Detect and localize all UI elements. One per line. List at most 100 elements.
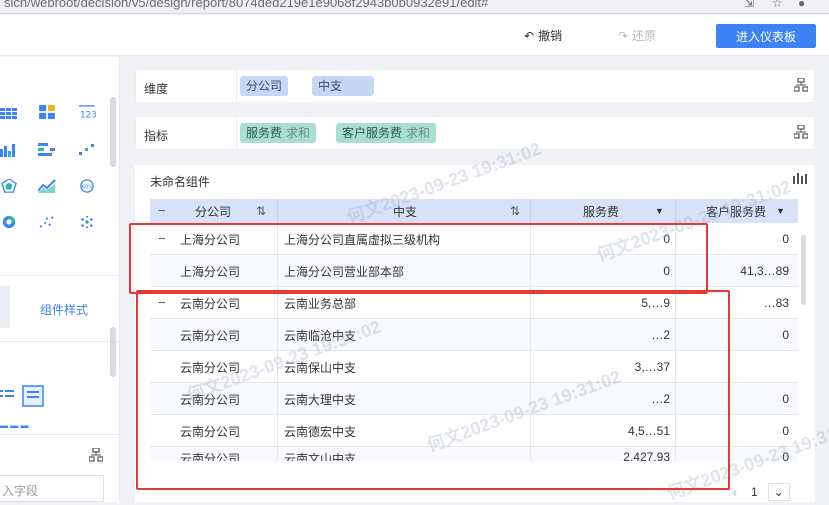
widget-title: 未命名组件	[150, 175, 211, 189]
page-number[interactable]: 1	[751, 485, 758, 499]
col-divider	[675, 447, 676, 461]
header-customer-fee[interactable]: 客户服务费	[706, 199, 776, 223]
grid-table-icon[interactable]	[0, 107, 18, 121]
card-style-icon[interactable]	[22, 385, 44, 407]
line-area-icon[interactable]	[38, 179, 56, 193]
cell-customer-fee: 0	[782, 328, 789, 342]
design-canvas: 维度 分公司 中支 指标 服务费求和 客户服务费求和 未命名组件 − 分公司	[121, 57, 829, 503]
dimension-pill-branch[interactable]: 分公司	[240, 76, 289, 96]
cell-customer-fee	[677, 351, 789, 383]
shelf-divider	[236, 117, 237, 149]
table-row[interactable]: 云南分公司 云南大理中支 …2 0	[150, 383, 798, 415]
cell-customer-fee: 41,3…89	[740, 264, 789, 278]
col-divider	[277, 199, 278, 223]
field-search-input[interactable]: 入字段	[0, 475, 104, 502]
col-divider	[530, 223, 531, 255]
measure-pill-customer-fee-agg: 求和	[406, 126, 431, 140]
table-row[interactable]: − 上海分公司 上海分公司直属虚拟三级机构 0 0	[150, 223, 798, 255]
cell-fee: 5,…9	[641, 296, 670, 310]
col-divider	[530, 287, 531, 319]
browser-url-bar[interactable]: sich/webroot/decision/v5/design/report/8…	[0, 0, 829, 14]
collapse-icon[interactable]: −	[158, 295, 166, 310]
cross-table-icon[interactable]	[38, 105, 56, 119]
cell-fee: 4,5…51	[627, 424, 670, 438]
dimension-pill-sub[interactable]: 中支	[312, 76, 374, 96]
table-row[interactable]: 上海分公司 上海分公司营业部本部 0 41,3…89	[150, 255, 798, 287]
col-divider	[277, 319, 278, 351]
header-branch[interactable]: 分公司	[195, 199, 265, 223]
dropdown-arrow-icon[interactable]: ▼	[655, 199, 667, 223]
table-scrollbar[interactable]	[801, 235, 806, 305]
collapse-icon[interactable]: −	[158, 231, 166, 246]
data-model-icon[interactable]	[89, 448, 103, 462]
cell-customer-fee: 0	[782, 392, 789, 406]
table-row[interactable]: − 云南分公司 云南业务总部 5,…9 …83	[150, 287, 798, 319]
chart-panel-scrollbar[interactable]	[110, 97, 116, 167]
cell-customer-fee: …83	[763, 296, 789, 310]
cell-branch: 上海分公司	[180, 232, 241, 247]
shelf-hierarchy-icon[interactable]	[794, 125, 808, 139]
header-sub[interactable]: 中支	[393, 199, 453, 223]
shelf-hierarchy-icon[interactable]	[794, 78, 808, 92]
star-icon[interactable]: ☆	[772, 0, 783, 10]
col-divider	[277, 415, 278, 447]
cell-sub: 云南德宏中支	[284, 424, 357, 439]
svg-text:123: 123	[80, 110, 96, 119]
col-divider	[675, 351, 676, 383]
cell-fee: 0	[663, 264, 670, 278]
collapse-all-icon[interactable]: −	[158, 203, 166, 218]
dimension-shelf[interactable]: 维度 分公司 中支	[135, 69, 815, 103]
cell-branch: 云南分公司	[180, 452, 241, 461]
table-header-row: − 分公司 ⇅ 中支 ⇅ 服务费 ▼ 客户服务费 ▼	[150, 199, 798, 223]
profile-icon[interactable]: ●	[798, 0, 805, 10]
page-dropdown-icon[interactable]: ⌄	[767, 483, 790, 501]
dropdown-arrow-icon[interactable]: ▼	[776, 199, 788, 223]
number-123-icon[interactable]: 123	[78, 105, 96, 119]
grouped-bar-icon[interactable]	[38, 143, 56, 157]
panel-tab-marker	[0, 286, 10, 328]
url-text[interactable]: sich/webroot/decision/v5/design/report/8…	[4, 0, 488, 10]
prev-page-icon[interactable]: ‹	[733, 485, 737, 499]
col-divider	[675, 383, 676, 415]
cell-fee: …2	[651, 328, 670, 342]
bar-chart-icon[interactable]	[0, 143, 18, 157]
point-scatter-icon[interactable]	[38, 215, 56, 229]
shelf-divider	[236, 70, 237, 102]
gauge-60-icon[interactable]: 60%	[78, 179, 96, 193]
enter-dashboard-button[interactable]: 进入仪表板	[716, 24, 816, 48]
dot-cluster-icon[interactable]	[78, 215, 96, 229]
sort-icon[interactable]: ⇅	[510, 199, 524, 223]
cell-sub: 云南临沧中支	[284, 328, 357, 343]
install-icon[interactable]: ⇲	[744, 0, 754, 10]
cell-customer-fee: 0	[782, 424, 789, 438]
cell-customer-fee: 0	[782, 450, 789, 461]
cell-branch: 云南分公司	[180, 328, 241, 343]
undo-label: 撤销	[538, 29, 563, 43]
cell-sub: 云南业务总部	[284, 296, 357, 311]
list-style-icon[interactable]	[0, 388, 14, 402]
table-row[interactable]: 云南分公司 云南保山中支 3,…37	[150, 351, 798, 383]
undo-button[interactable]: ↶ 撤销	[524, 27, 562, 44]
cell-branch: 云南分公司	[180, 392, 241, 407]
table-widget[interactable]: 未命名组件 − 分公司 ⇅ 中支 ⇅ 服务费 ▼ 客户服务费 ▼ − 上海分公司…	[135, 165, 815, 502]
radar-icon[interactable]	[0, 179, 18, 193]
redo-button[interactable]: ↷ 还原	[618, 27, 656, 44]
scatter-dots-icon[interactable]	[78, 143, 96, 157]
tab-component-style[interactable]: 组件样式	[40, 301, 88, 318]
measure-shelf[interactable]: 指标 服务费 求和 客户服务费 求和	[135, 116, 815, 150]
measure-pill-customer-fee[interactable]: 客户服务费 求和	[336, 123, 437, 143]
style-panel-scrollbar[interactable]	[110, 327, 116, 377]
measure-pill-customer-fee-name: 客户服务费	[342, 126, 403, 140]
cell-fee: …2	[651, 392, 670, 406]
header-fee[interactable]: 服务费	[583, 199, 633, 223]
col-divider	[675, 255, 676, 287]
col-divider	[675, 415, 676, 447]
measure-pill-fee[interactable]: 服务费 求和	[240, 123, 317, 143]
table-row[interactable]: 云南分公司 云南文山中支 2,427,93 0	[150, 447, 798, 461]
cell-branch: 上海分公司	[180, 264, 241, 279]
widget-menu-icon[interactable]	[793, 173, 807, 185]
sort-icon[interactable]: ⇅	[256, 199, 270, 223]
table-row[interactable]: 云南分公司 云南德宏中支 4,5…51 0	[150, 415, 798, 447]
table-row[interactable]: 云南分公司 云南临沧中支 …2 0	[150, 319, 798, 351]
pie-icon[interactable]	[0, 215, 18, 229]
